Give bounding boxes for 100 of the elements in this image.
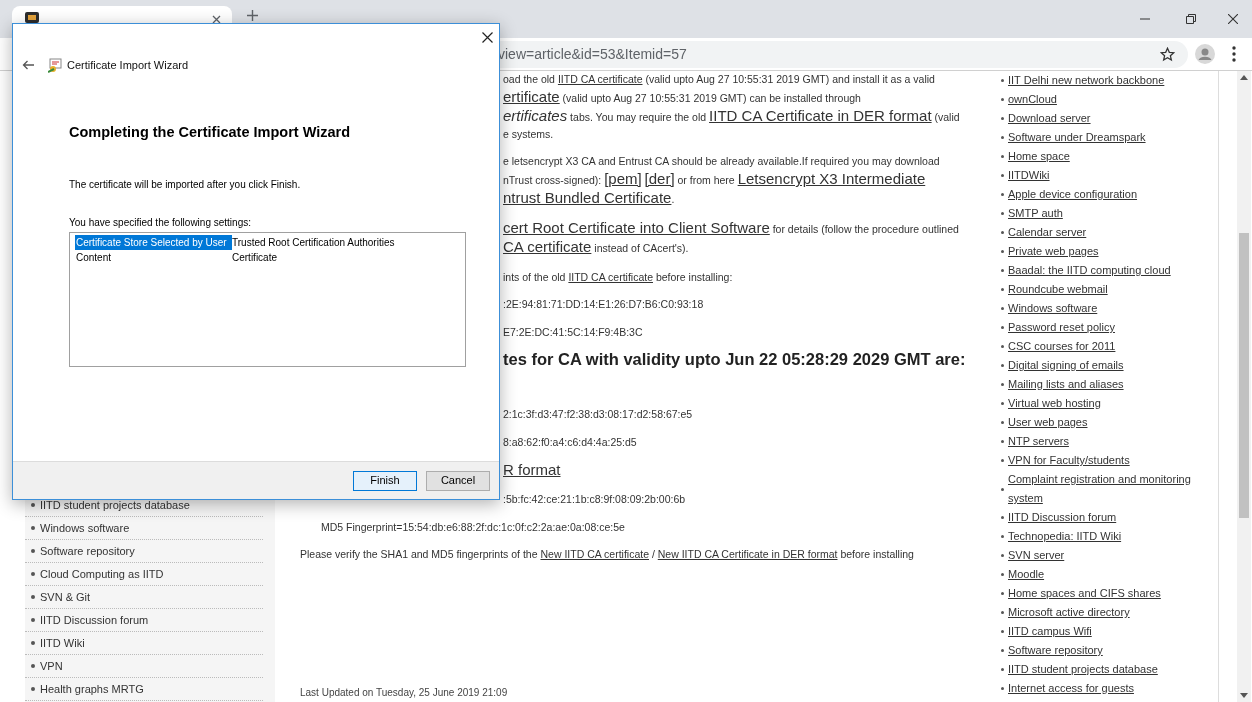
list-item[interactable]: Certificate Store Selected by User	[75, 234, 232, 250]
list-item[interactable]: Content	[75, 249, 232, 265]
sidebar-link[interactable]: Roundcube webmail	[1008, 280, 1193, 299]
bullet-icon	[1001, 136, 1004, 139]
bullet-icon	[31, 503, 35, 507]
bullet-icon	[1001, 250, 1004, 253]
sidebar-link[interactable]: NTP servers	[1008, 432, 1193, 451]
link[interactable]: IITD CA certificate	[557, 73, 643, 85]
sidebar-link[interactable]: VPN for Faculty/students	[1008, 451, 1193, 470]
sidebar-link[interactable]: Mailing lists and aliases	[1008, 375, 1193, 394]
text-line: e systems.	[503, 127, 555, 142]
bullet-icon	[1001, 212, 1004, 215]
bullet-icon	[31, 595, 35, 599]
scroll-up-icon[interactable]	[1240, 75, 1248, 80]
link[interactable]: [pem]	[604, 170, 642, 187]
bullet-icon	[1001, 487, 1004, 491]
sidebar-link[interactable]: Internet access for guests	[1008, 679, 1193, 698]
profile-icon[interactable]	[1195, 44, 1215, 64]
link[interactable]: ertificate	[503, 88, 560, 105]
sidebar-link[interactable]: Software under Dreamspark	[1008, 128, 1193, 147]
bullet-icon	[1001, 326, 1004, 329]
list-value: Certificate	[232, 250, 277, 265]
link[interactable]: cert Root Certificate into Client Software	[503, 219, 770, 236]
sidebar-link[interactable]: IITD student projects database	[1008, 660, 1193, 679]
new-tab-icon[interactable]	[247, 10, 258, 21]
sidebar-link[interactable]: IITD Discussion forum	[1008, 508, 1193, 527]
sidebar-link[interactable]: ownCloud	[1008, 90, 1193, 109]
text-line: cert Root Certificate into Client Software for details (follow the procedure outlined	[503, 219, 960, 238]
sidebar-link[interactable]: IITD Wiki	[40, 634, 85, 652]
text-line: nTrust cross-signed): [pem] [der] or from here Letsencrypt X3 Intermediate	[503, 170, 927, 189]
sidebar-link[interactable]: SVN & Git	[40, 588, 91, 606]
bullet-icon	[1001, 174, 1004, 177]
dialog-button[interactable]: Cancel	[426, 470, 490, 491]
bullet-icon	[1001, 687, 1004, 690]
link[interactable]: Letsencrypt X3 Intermediate	[737, 170, 926, 187]
bullet-icon	[1001, 459, 1004, 462]
sidebar-link[interactable]: Windows software	[1008, 299, 1193, 318]
sidebar-link[interactable]: VPN	[40, 657, 63, 675]
dialog-button[interactable]: Finish	[353, 470, 417, 491]
sidebar-link[interactable]: IITD campus Wifi	[1008, 622, 1193, 641]
scrollbar-thumb[interactable]	[1239, 233, 1249, 518]
sidebar-link[interactable]: SVN server	[1008, 546, 1193, 565]
sidebar-link[interactable]: SMTP auth	[1008, 204, 1193, 223]
link[interactable]: IITD CA certificate	[568, 271, 653, 283]
link[interactable]: ntrust Bundled Certificate	[503, 189, 672, 206]
text-line: oad the old IITD CA certificate (valid upto Aug 27 10:55:31 2019 GMT) and install it as a valid	[503, 72, 936, 87]
bullet-icon	[31, 664, 35, 668]
sidebar-link[interactable]: Complaint registration and monitoring system	[1008, 470, 1193, 508]
sidebar-link[interactable]: Home space	[1008, 147, 1193, 166]
sidebar-link[interactable]: IIT Delhi new network backbone	[1008, 71, 1193, 90]
scroll-down-icon[interactable]	[1240, 693, 1248, 698]
sidebar-link[interactable]: IITDWiki	[1008, 166, 1193, 185]
bullet-icon	[1001, 288, 1004, 291]
link[interactable]: CA certificate	[503, 238, 592, 255]
text-line: :5b:fc:42:ce:21:1b:c8:9f:08:09:2b:00:6b	[503, 492, 687, 507]
scrollbar[interactable]	[1237, 71, 1251, 702]
sidebar-link[interactable]: User web pages	[1008, 413, 1193, 432]
sidebar-link[interactable]: Health graphs MRTG	[40, 680, 144, 698]
bullet-icon	[1001, 402, 1004, 405]
text-line: Please verify the SHA1 and MD5 fingerprints of the New IITD CA certificate / New IITD CA Certificate in DER format before installing	[300, 547, 915, 562]
text-line: E7:2E:DC:41:5C:14:F9:4B:3C	[503, 325, 644, 340]
close-icon[interactable]	[482, 32, 493, 43]
sidebar-link[interactable]: Private web pages	[1008, 242, 1193, 261]
sidebar-link[interactable]: Windows software	[40, 519, 130, 537]
sidebar-link[interactable]: Apple device configuration	[1008, 185, 1193, 204]
text-line: MD5 Fingerprint=15:54:db:e6:88:2f:dc:1c:0f:c2:2a:ae:0a:08:ce:5e	[321, 520, 626, 535]
link[interactable]: [der]	[644, 170, 675, 187]
sidebar-link[interactable]: CSC courses for 2011	[1008, 337, 1193, 356]
restore-icon[interactable]	[1186, 14, 1196, 24]
bullet-icon	[1001, 630, 1004, 633]
star-icon[interactable]	[1160, 47, 1175, 62]
sidebar-link[interactable]: Download server	[1008, 109, 1193, 128]
sidebar-link[interactable]: Software repository	[40, 542, 135, 560]
sidebar-link[interactable]: Technopedia: IITD Wiki	[1008, 527, 1193, 546]
link[interactable]: New IITD CA Certificate in DER format	[657, 548, 838, 560]
close-icon[interactable]	[212, 15, 221, 24]
menu-icon[interactable]	[1232, 46, 1236, 62]
sidebar-link[interactable]: Virtual web hosting	[1008, 394, 1193, 413]
sidebar-link[interactable]: Cloud Computing as IITD	[40, 565, 164, 583]
settings-list[interactable]: Certificate Store Selected by User Trusted Root Certification Authorities Content Certificate	[69, 231, 466, 367]
sidebar-link[interactable]: IITD student projects database	[40, 496, 190, 514]
sidebar-link[interactable]: Calendar server	[1008, 223, 1193, 242]
text-line: ints of the old IITD CA certificate before installing:	[503, 270, 734, 285]
sidebar-link[interactable]: Baadal: the IITD computing cloud	[1008, 261, 1193, 280]
sidebar-link[interactable]: Software repository	[1008, 641, 1193, 660]
sidebar-link[interactable]: IITD Discussion forum	[40, 611, 149, 629]
sidebar-link[interactable]: Moodle	[1008, 565, 1193, 584]
sidebar-link[interactable]: Home spaces and CIFS shares	[1008, 584, 1193, 603]
settings-label: You have specified the following settings:	[69, 215, 252, 230]
link[interactable]: R format	[503, 461, 561, 478]
sidebar-link[interactable]: Digital signing of emails	[1008, 356, 1193, 375]
link[interactable]: IITD CA Certificate in DER format	[709, 107, 932, 124]
bullet-icon	[1001, 79, 1004, 82]
back-arrow-icon[interactable]	[22, 60, 34, 70]
sidebar-link[interactable]: Microsoft active directory	[1008, 603, 1193, 622]
sidebar-link[interactable]: Password reset policy	[1008, 318, 1193, 337]
close-icon[interactable]	[1228, 14, 1238, 24]
text-line: Last Updated on Tuesday, 25 June 2019 21:09	[300, 686, 509, 700]
link[interactable]: New IITD CA certificate	[540, 548, 649, 560]
bullet-icon	[1001, 649, 1004, 652]
